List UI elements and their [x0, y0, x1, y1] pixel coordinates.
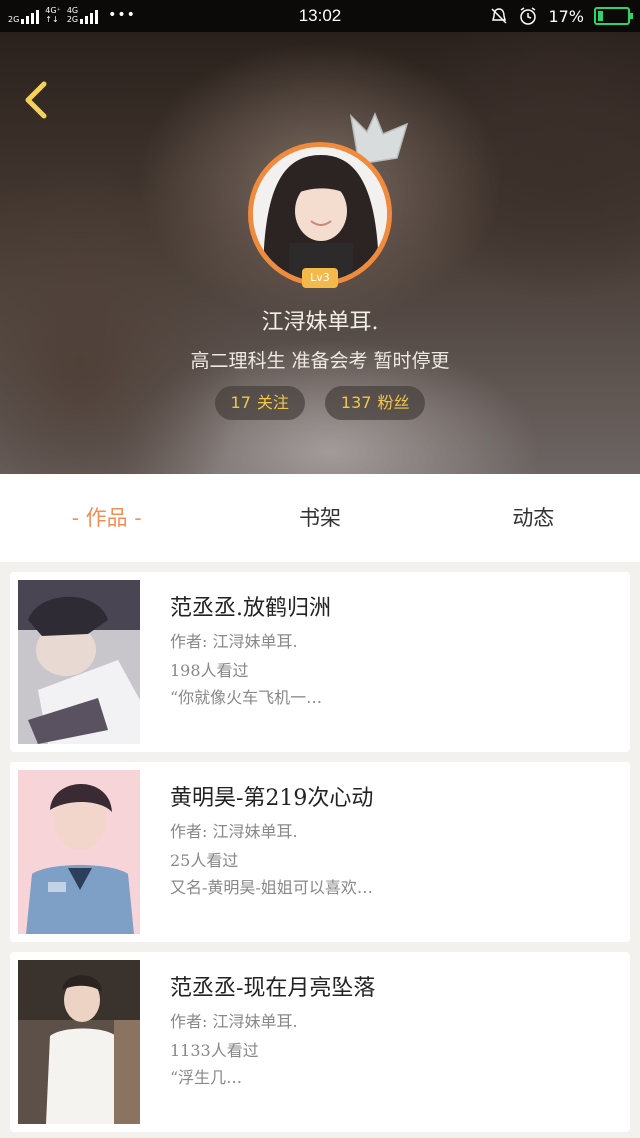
battery-percent: 17%: [548, 6, 584, 26]
status-icons: 17% ⚡: [490, 6, 633, 26]
profile-username: 江浔妹单耳.: [261, 310, 379, 335]
work-title: 黄明昊-第219次心动: [170, 786, 374, 811]
work-views: 1133人看过: [170, 1041, 259, 1060]
profile-header: Lv3 江浔妹单耳. 高二理科生 准备会考 暂时停更 17 关注 137 粉丝: [0, 32, 640, 474]
followers-label: 粉丝: [377, 393, 410, 412]
chevron-left-icon[interactable]: [18, 78, 54, 122]
work-excerpt: 又名-黄明昊-姐姐可以喜欢…: [170, 878, 373, 897]
tab-bookshelf[interactable]: 书架: [213, 474, 426, 562]
followers-button[interactable]: 137 粉丝: [324, 386, 426, 420]
cover-image: [18, 580, 140, 744]
profile-tabs: - 作品 - 书架 动态: [0, 474, 640, 562]
battery-charging-icon: ⚡: [594, 7, 633, 25]
list-item[interactable]: 黄明昊-第219次心动 作者: 江浔妹单耳. 25人看过 又名-黄明昊-姐姐可以…: [10, 762, 630, 942]
cover-image: [18, 770, 140, 934]
followers-count: 137: [340, 393, 372, 412]
cover-image: [18, 960, 140, 1124]
work-title: 范丞丞.放鹤归洲: [170, 596, 331, 621]
work-views: 198人看过: [170, 661, 249, 680]
tab-works[interactable]: - 作品 -: [0, 474, 213, 562]
avatar-photo: [253, 147, 387, 281]
tab-activity[interactable]: 动态: [427, 474, 640, 562]
following-count: 17: [230, 393, 251, 412]
list-item[interactable]: 范丞丞.放鹤归洲 作者: 江浔妹单耳. 198人看过 “你就像火车飞机一…: [10, 572, 630, 752]
work-author: 作者: 江浔妹单耳.: [170, 822, 298, 841]
work-excerpt: “你就像火车飞机一…: [170, 688, 323, 707]
following-button[interactable]: 17 关注: [214, 386, 305, 420]
profile-bio: 高二理科生 准备会考 暂时停更: [190, 350, 450, 372]
following-label: 关注: [256, 393, 289, 412]
bell-muted-icon: [491, 8, 507, 24]
work-views: 25人看过: [170, 851, 239, 870]
list-item[interactable]: 范丞丞-现在月亮坠落 作者: 江浔妹单耳. 1133人看过 “浮生几…: [10, 952, 630, 1132]
status-bar: 2G 4G⁺ ↑↓ 4G 2G ••• 13:02 17% ⚡: [0, 0, 640, 32]
avatar[interactable]: [248, 142, 392, 286]
alarm-icon: [520, 7, 537, 25]
work-author: 作者: 江浔妹单耳.: [170, 1012, 298, 1031]
work-title: 范丞丞-现在月亮坠落: [170, 976, 376, 1001]
work-author: 作者: 江浔妹单耳.: [170, 632, 298, 651]
level-badge: Lv3: [302, 268, 338, 288]
profile-stats: 17 关注 137 粉丝: [0, 386, 640, 420]
work-excerpt: “浮生几…: [170, 1068, 243, 1087]
